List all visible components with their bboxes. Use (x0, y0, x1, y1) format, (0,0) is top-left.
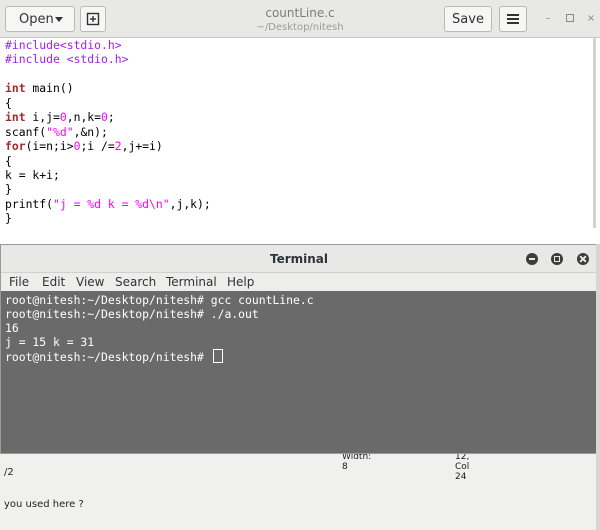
code-line: { (5, 153, 12, 168)
hamburger-menu-button[interactable] (499, 6, 527, 32)
terminal-titlebar: Terminal (1, 245, 597, 273)
minimize-icon[interactable]: – (543, 14, 553, 24)
background-text: you used here ? (4, 499, 84, 510)
editor-window: Open countLine.c ~/Desktop/nitesh Save –… (0, 0, 600, 245)
hamburger-icon (507, 14, 519, 24)
terminal-line: root@nitesh:~/Desktop/nitesh# gcc countL… (5, 293, 314, 307)
code-line: { (5, 95, 12, 110)
close-icon[interactable] (577, 253, 589, 265)
code-line: int main() (5, 81, 74, 96)
terminal-menubar: File Edit View Search Terminal Help (1, 273, 597, 291)
code-line: #include <stdio.h> (5, 52, 129, 67)
window-edge (596, 244, 600, 530)
close-icon[interactable]: × (586, 14, 596, 24)
code-line: printf("j = %d k = %d\n",j,k); (5, 196, 211, 211)
terminal-line: j = 15 k = 31 (5, 335, 95, 349)
code-line: #include<stdio.h> (5, 38, 122, 52)
code-line: for(i=n;i>0;i /=2,j+=i) (5, 139, 163, 154)
menu-search[interactable]: Search (115, 275, 156, 289)
terminal-prompt-line: root@nitesh:~/Desktop/nitesh# (5, 349, 223, 364)
menu-edit[interactable]: Edit (42, 275, 65, 289)
background-text: /2 (4, 467, 14, 478)
terminal-line: 16 (5, 321, 19, 335)
maximize-icon[interactable] (565, 14, 575, 24)
menu-view[interactable]: View (76, 275, 104, 289)
menu-terminal[interactable]: Terminal (166, 275, 217, 289)
terminal-cursor (212, 349, 223, 363)
terminal-window: Terminal File Edit View Search Terminal … (0, 244, 598, 454)
menu-help[interactable]: Help (227, 275, 254, 289)
terminal-title: Terminal (269, 252, 329, 266)
code-line: } (5, 182, 12, 197)
menu-file[interactable]: File (9, 275, 29, 289)
code-line: int i,j=0,n,k=0; (5, 110, 115, 125)
code-line: k = k+i; (5, 167, 60, 182)
terminal-line: root@nitesh:~/Desktop/nitesh# ./a.out (5, 307, 259, 321)
maximize-icon[interactable] (551, 253, 563, 265)
save-button[interactable]: Save (444, 6, 492, 32)
editor-headerbar: Open countLine.c ~/Desktop/nitesh Save –… (0, 0, 600, 38)
terminal-prompt: root@nitesh:~/Desktop/nitesh# (5, 350, 211, 364)
minimize-icon[interactable] (526, 253, 538, 265)
editor-scrollbar[interactable] (593, 38, 596, 228)
terminal-output[interactable]: root@nitesh:~/Desktop/nitesh# gcc countL… (1, 291, 597, 453)
code-editor[interactable]: #include<stdio.h> #include <stdio.h> int… (0, 38, 600, 226)
code-line: } (5, 211, 12, 226)
code-line: scanf("%d",&n); (5, 124, 108, 139)
